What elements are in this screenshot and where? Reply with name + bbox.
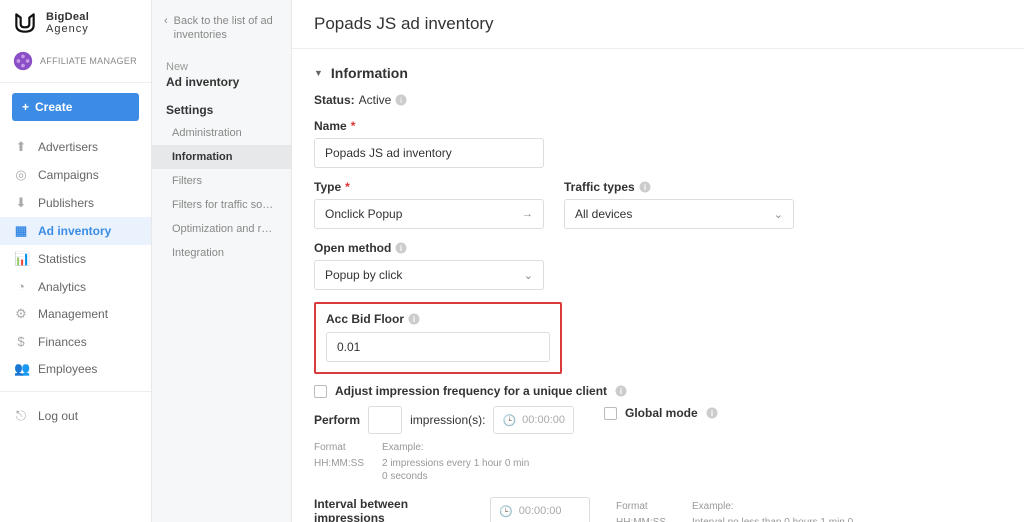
perform-time-input[interactable]: 🕒 00:00:00 <box>493 406 574 434</box>
sec-item-filters-traffic[interactable]: Filters for traffic sour... <box>152 193 291 217</box>
role-icon <box>12 50 34 72</box>
info-icon[interactable]: i <box>706 407 718 419</box>
svg-text:i: i <box>711 409 713 418</box>
divider <box>0 391 151 392</box>
role-label: AFFILIATE MANAGER <box>40 56 137 66</box>
chevron-down-icon: ⌄ <box>524 269 533 282</box>
open-method-label: Open method i <box>314 241 1002 255</box>
sec-item-filters[interactable]: Filters <box>152 169 291 193</box>
brand-sub: Agency <box>46 23 89 35</box>
sec-item-information[interactable]: Information <box>152 145 291 169</box>
users-icon: 👥 <box>14 361 28 377</box>
impressions-count-input[interactable] <box>368 406 402 434</box>
bid-floor-label: Acc Bid Floor i <box>326 312 550 326</box>
plus-icon: + <box>22 100 29 114</box>
pie-icon: ◔ <box>14 279 28 294</box>
nav-campaigns[interactable]: ◎Campaigns <box>0 161 151 189</box>
bid-floor-highlight: Acc Bid Floor i <box>314 302 562 374</box>
traffic-label: Traffic types i <box>564 180 794 194</box>
type-select[interactable]: Onclick Popup → <box>314 199 544 229</box>
info-icon[interactable]: i <box>639 181 651 193</box>
page-title: Popads JS ad inventory <box>292 0 1024 49</box>
nav-management[interactable]: ⚙Management <box>0 300 151 328</box>
format-label: Format <box>314 441 364 454</box>
role-area: AFFILIATE MANAGER <box>0 44 151 83</box>
info-icon[interactable]: i <box>395 242 407 254</box>
download-icon: ⬇ <box>14 195 28 211</box>
arrow-right-icon: → <box>522 208 533 220</box>
dollar-icon: $ <box>14 334 28 349</box>
chart-icon: 📊 <box>14 251 28 267</box>
logo-icon <box>12 10 38 36</box>
create-button[interactable]: + Create <box>12 93 139 121</box>
svg-text:i: i <box>400 244 402 253</box>
svg-text:i: i <box>400 96 402 105</box>
target-icon: ◎ <box>14 167 28 183</box>
sec-item-administration[interactable]: Administration <box>152 121 291 145</box>
sec-item-optimization[interactable]: Optimization and rules <box>152 217 291 241</box>
name-label: Name* <box>314 119 1002 133</box>
logout-icon: ⎋ <box>14 408 28 424</box>
sec-group: Settings <box>152 97 291 121</box>
nav-ad-inventory[interactable]: ▦Ad inventory <box>0 217 151 245</box>
chevron-down-icon: ⌄ <box>774 208 783 221</box>
grid-icon: ▦ <box>14 223 28 239</box>
adjust-label: Adjust impression frequency for a unique… <box>335 384 607 398</box>
svg-text:i: i <box>620 387 622 396</box>
example-label: Example: <box>382 441 532 454</box>
info-icon[interactable]: i <box>408 313 420 325</box>
adjust-checkbox[interactable] <box>314 385 327 398</box>
name-input[interactable] <box>314 138 544 168</box>
nav-analytics[interactable]: ◔Analytics <box>0 273 151 300</box>
global-mode-label: Global mode <box>625 406 698 420</box>
chevron-left-icon: ‹ <box>164 14 168 28</box>
nav-advertisers[interactable]: ⬆Advertisers <box>0 133 151 161</box>
type-label: Type* <box>314 180 544 194</box>
sec-title: Ad inventory <box>152 75 291 97</box>
traffic-select[interactable]: All devices ⌄ <box>564 199 794 229</box>
svg-text:i: i <box>644 183 646 192</box>
brand-name: BigDeal <box>46 11 89 23</box>
sec-item-integration[interactable]: Integration <box>152 241 291 265</box>
info-icon[interactable]: i <box>395 94 407 106</box>
upload-icon: ⬆ <box>14 139 28 155</box>
bid-floor-input[interactable] <box>326 332 550 362</box>
nav-publishers[interactable]: ⬇Publishers <box>0 189 151 217</box>
interval-time-input[interactable]: 🕒 00:00:00 <box>490 497 590 522</box>
interval-label: Interval between impressions <box>314 497 464 522</box>
section-title: ▼ Information <box>314 65 1002 81</box>
back-link[interactable]: ‹ Back to the list of ad inventories <box>152 10 291 57</box>
nav-statistics[interactable]: 📊Statistics <box>0 245 151 273</box>
nav-employees[interactable]: 👥Employees <box>0 355 151 383</box>
open-method-select[interactable]: Popup by click ⌄ <box>314 260 544 290</box>
sidebar-secondary: ‹ Back to the list of ad inventories New… <box>152 0 292 522</box>
sec-heading: New <box>152 57 291 75</box>
sidebar-primary: BigDeal Agency AFFILIATE MANAGER + Creat… <box>0 0 152 522</box>
info-icon[interactable]: i <box>615 385 627 397</box>
impressions-word: impression(s): <box>410 413 485 427</box>
status-line: Status: Active i <box>314 93 1002 107</box>
svg-text:i: i <box>413 315 415 324</box>
global-mode-checkbox[interactable] <box>604 407 617 420</box>
collapse-icon[interactable]: ▼ <box>314 68 323 78</box>
main-panel: Popads JS ad inventory ▼ Information Sta… <box>292 0 1024 522</box>
nav-finances[interactable]: $Finances <box>0 328 151 355</box>
logout-link[interactable]: ⎋ Log out <box>0 400 151 432</box>
clock-icon: 🕒 <box>499 505 513 518</box>
perform-label: Perform <box>314 413 360 427</box>
gear-icon: ⚙ <box>14 306 28 322</box>
clock-icon: 🕒 <box>502 414 516 427</box>
brand-logo: BigDeal Agency <box>0 0 151 44</box>
